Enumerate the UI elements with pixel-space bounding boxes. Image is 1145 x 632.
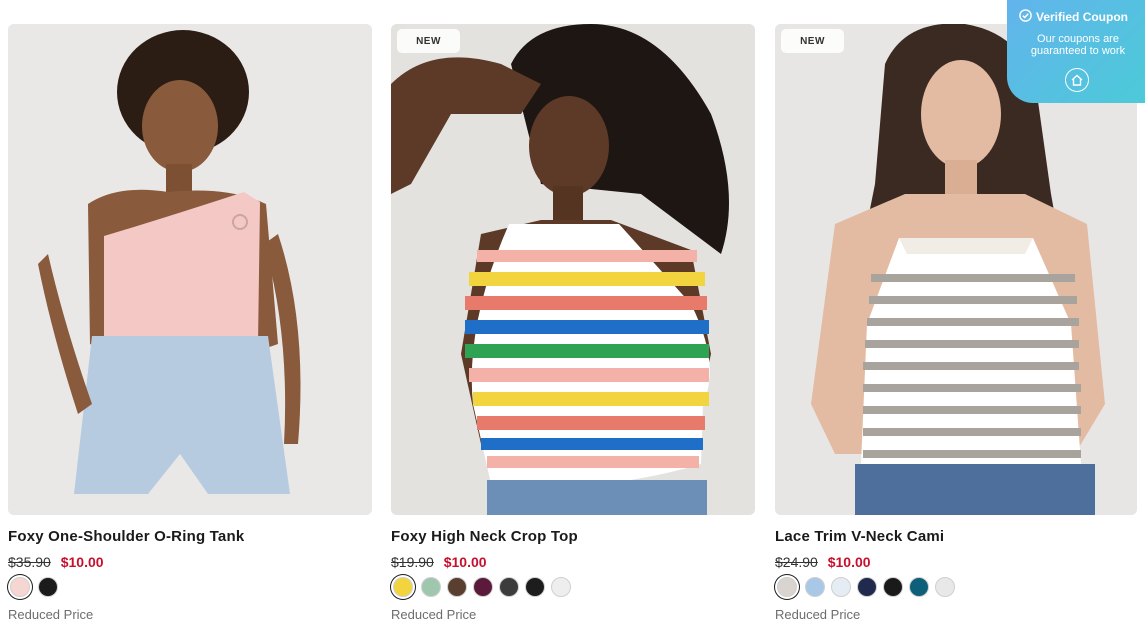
coupon-header: Verified Coupon bbox=[1019, 9, 1128, 25]
product-price: $24.90 $10.00 bbox=[775, 554, 871, 570]
color-swatch[interactable] bbox=[421, 577, 441, 597]
verified-coupon-widget[interactable]: Verified Coupon Our coupons are guarante… bbox=[1007, 0, 1145, 103]
color-swatch[interactable] bbox=[909, 577, 929, 597]
price-status: Reduced Price bbox=[391, 607, 477, 622]
color-swatch[interactable] bbox=[935, 577, 955, 597]
product-image[interactable]: NEW bbox=[391, 24, 755, 515]
product-title[interactable]: Foxy One-Shoulder O-Ring Tank bbox=[8, 528, 244, 545]
product-card: NEW Lace Trim V-Neck Cami $24.90 $10.00 … bbox=[775, 24, 1139, 632]
color-swatch[interactable] bbox=[831, 577, 851, 597]
product-price: $35.90 $10.00 bbox=[8, 554, 104, 570]
original-price: $19.90 bbox=[391, 554, 434, 570]
sale-price: $10.00 bbox=[60, 554, 104, 570]
price-status: Reduced Price bbox=[775, 607, 861, 622]
price-status: Reduced Price bbox=[8, 607, 94, 622]
color-swatch[interactable] bbox=[525, 577, 545, 597]
color-swatch[interactable] bbox=[393, 577, 413, 597]
color-swatches bbox=[775, 577, 955, 599]
original-price: $24.90 bbox=[775, 554, 818, 570]
color-swatch[interactable] bbox=[447, 577, 467, 597]
product-price: $19.90 $10.00 bbox=[391, 554, 487, 570]
product-title[interactable]: Foxy High Neck Crop Top bbox=[391, 528, 578, 545]
original-price: $35.90 bbox=[8, 554, 51, 570]
color-swatch[interactable] bbox=[777, 577, 797, 597]
color-swatches bbox=[8, 577, 58, 599]
new-badge: NEW bbox=[781, 29, 844, 53]
product-card: NEW Foxy High Neck Crop Top $19.90 $10.0… bbox=[391, 24, 755, 632]
product-image[interactable] bbox=[8, 24, 372, 515]
color-swatches bbox=[391, 577, 571, 599]
check-circle-icon bbox=[1019, 9, 1032, 25]
new-badge: NEW bbox=[397, 29, 460, 53]
product-grid: Foxy One-Shoulder O-Ring Tank $35.90 $10… bbox=[8, 24, 1145, 632]
home-icon[interactable] bbox=[1065, 68, 1089, 92]
color-swatch[interactable] bbox=[10, 577, 30, 597]
sale-price: $10.00 bbox=[443, 554, 487, 570]
product-card: Foxy One-Shoulder O-Ring Tank $35.90 $10… bbox=[8, 24, 372, 632]
product-title[interactable]: Lace Trim V-Neck Cami bbox=[775, 528, 944, 545]
coupon-subtitle: Our coupons are guaranteed to work bbox=[1030, 33, 1126, 57]
color-swatch[interactable] bbox=[805, 577, 825, 597]
color-swatch[interactable] bbox=[551, 577, 571, 597]
color-swatch[interactable] bbox=[857, 577, 877, 597]
color-swatch[interactable] bbox=[38, 577, 58, 597]
color-swatch[interactable] bbox=[499, 577, 519, 597]
color-swatch[interactable] bbox=[473, 577, 493, 597]
sale-price: $10.00 bbox=[827, 554, 871, 570]
coupon-title: Verified Coupon bbox=[1036, 10, 1129, 24]
color-swatch[interactable] bbox=[883, 577, 903, 597]
